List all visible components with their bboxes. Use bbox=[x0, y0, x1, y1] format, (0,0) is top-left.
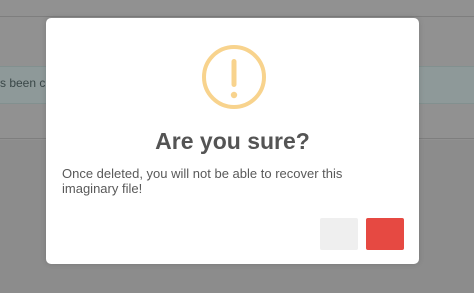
background-alert-text: s been c bbox=[0, 76, 46, 90]
dialog-message: Once deleted, you will not be able to re… bbox=[62, 166, 343, 196]
dialog-title: Are you sure? bbox=[155, 128, 310, 154]
confirm-delete-button[interactable] bbox=[366, 218, 404, 250]
warning-exclamation-icon bbox=[202, 45, 266, 109]
background-divider bbox=[0, 16, 474, 17]
confirm-dialog: Are you sure? Once deleted, you will not… bbox=[46, 18, 419, 264]
cancel-button[interactable] bbox=[320, 218, 358, 250]
